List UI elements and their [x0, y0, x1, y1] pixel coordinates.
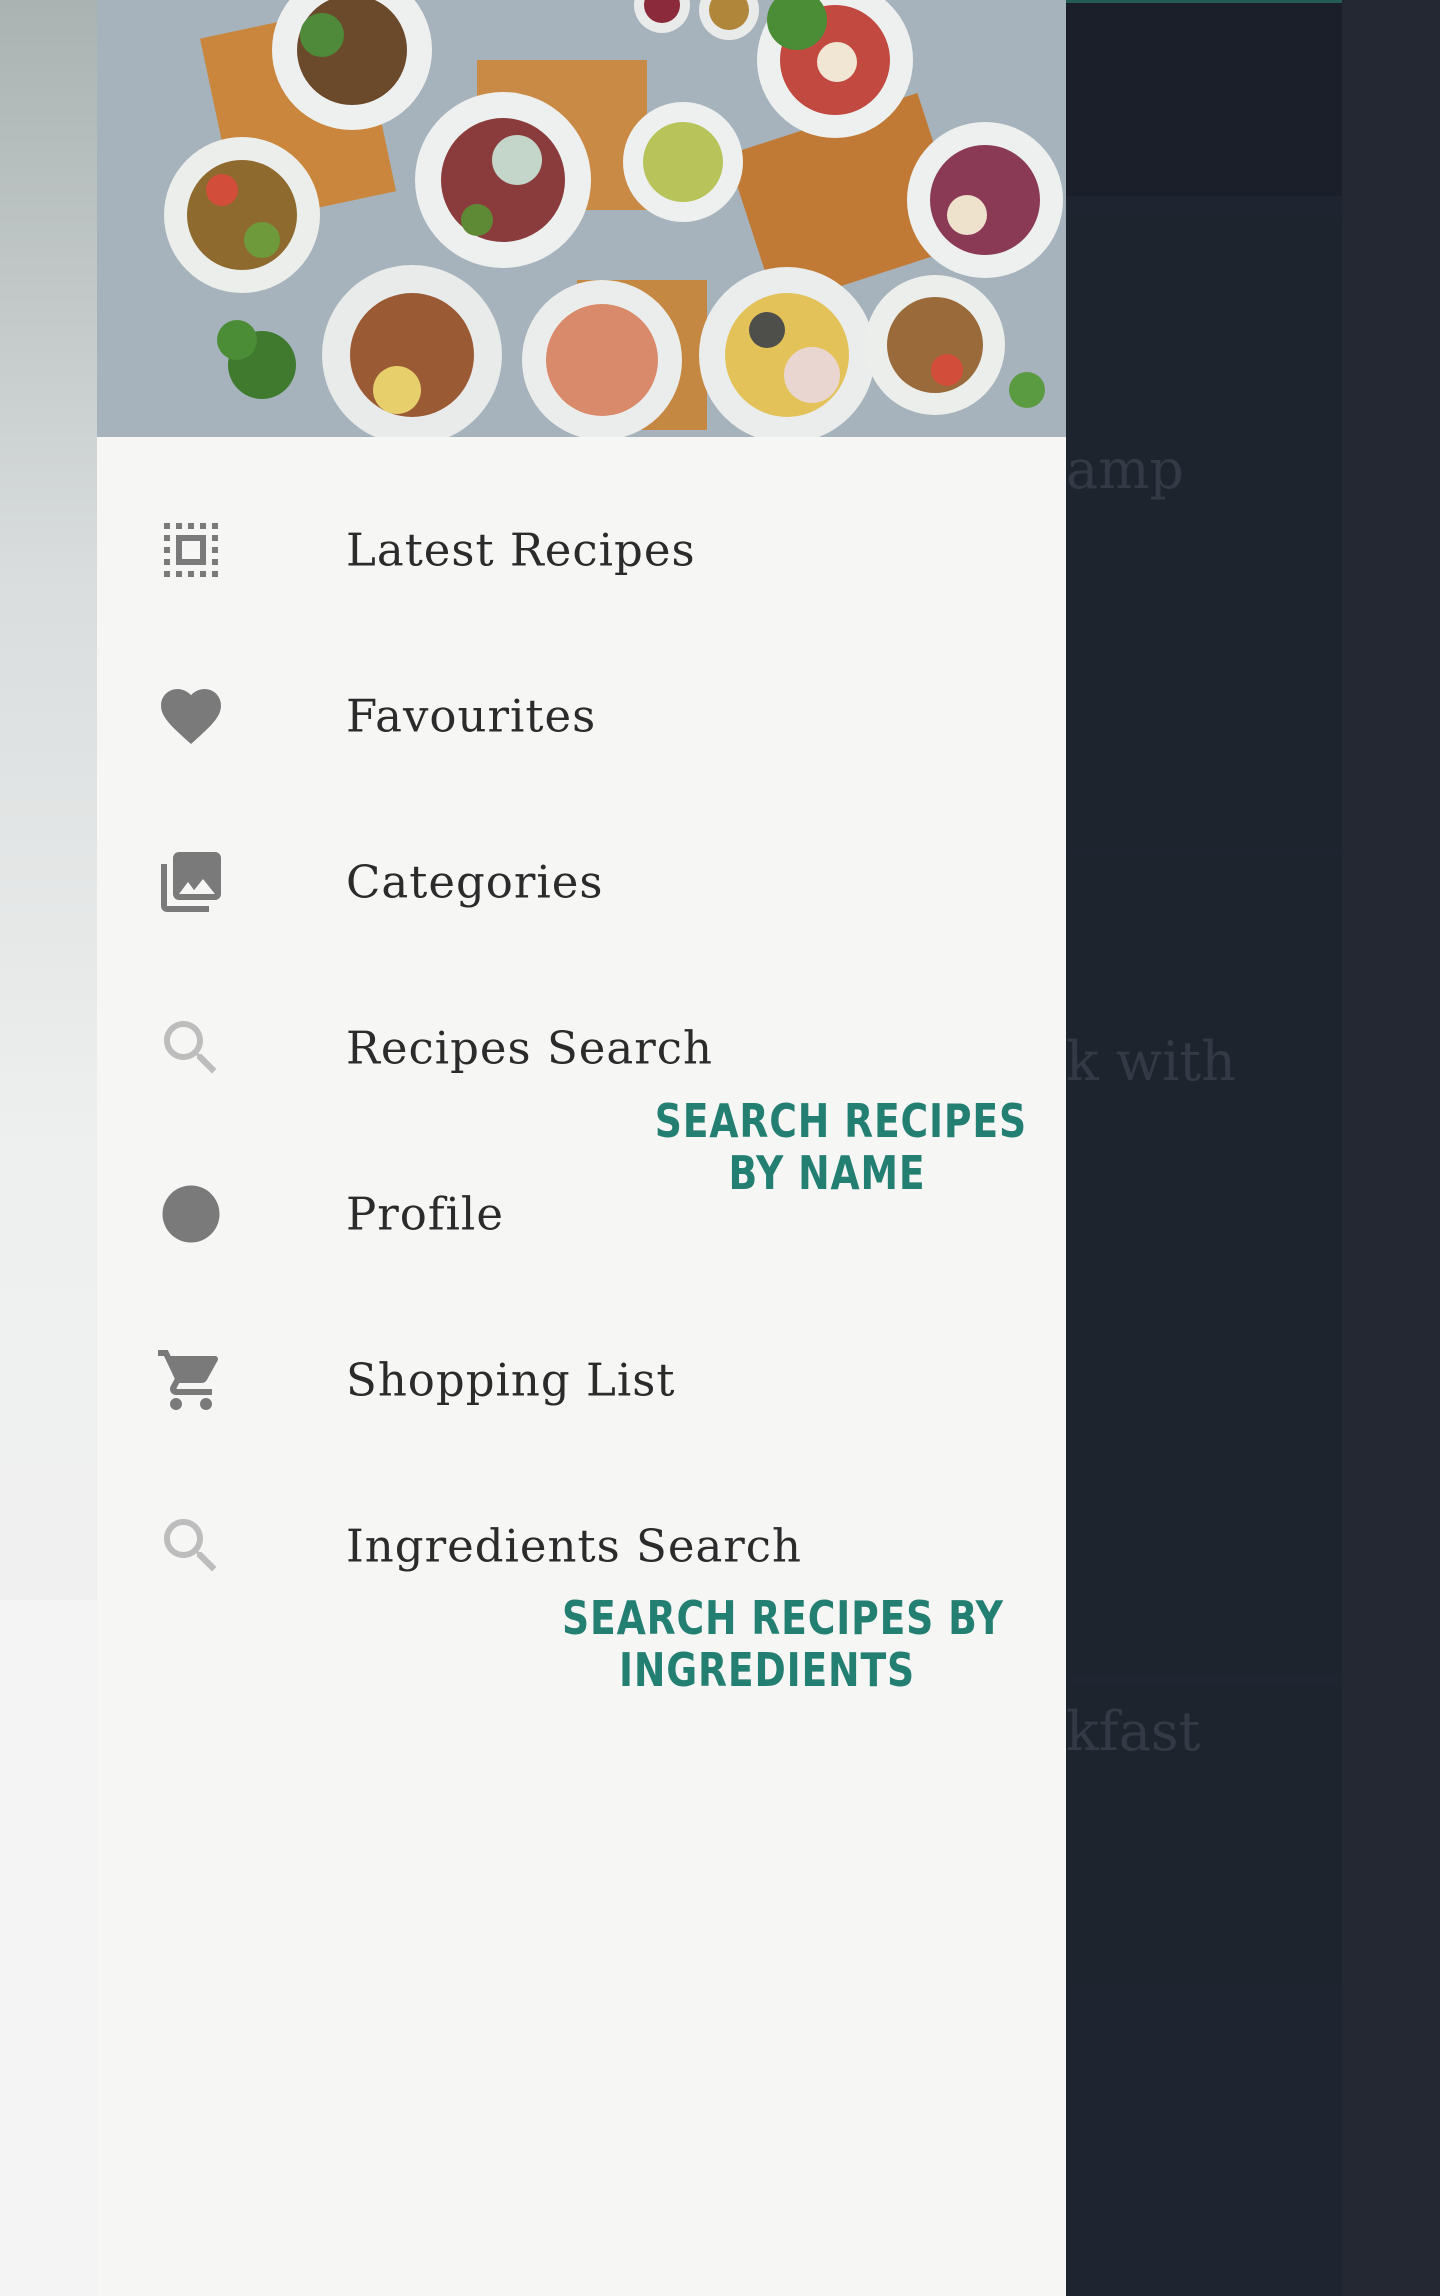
annotation-line: SEARCH RECIPES: [654, 1094, 1027, 1148]
background-recipe-title: k with: [1066, 1030, 1236, 1093]
annotation-line: BY NAME: [728, 1146, 926, 1200]
background-toolbar: [1066, 0, 1342, 196]
nav-item-categories[interactable]: Categories: [97, 799, 1066, 965]
nav-item-latest-recipes[interactable]: Latest Recipes: [97, 467, 1066, 633]
recipes-search-annotation: SEARCH RECIPES BY NAME: [654, 1094, 1027, 1200]
food-platter-photo: [97, 0, 1066, 437]
navigation-drawer: Latest Recipes Favourites Categories Rec…: [97, 0, 1066, 2296]
background-scrim-edge: [1342, 0, 1440, 2296]
heart-icon: [155, 680, 227, 752]
nav-label: Favourites: [346, 689, 597, 743]
nav-label: Categories: [346, 855, 604, 909]
filter-frames-icon: [155, 514, 227, 586]
annotation-line: SEARCH RECIPES BY: [562, 1591, 1004, 1645]
nav-item-favourites[interactable]: Favourites: [97, 633, 1066, 799]
nav-label: Ingredients Search: [346, 1519, 802, 1573]
background-recipe-title: amp: [1066, 438, 1184, 501]
nav-label: Shopping List: [346, 1353, 676, 1407]
nav-label: Recipes Search: [346, 1021, 713, 1075]
ingredients-search-annotation: SEARCH RECIPES BY INGREDIENTS: [562, 1591, 1004, 1697]
annotation-line: INGREDIENTS: [619, 1643, 915, 1697]
search-icon: [155, 1012, 227, 1084]
nav-item-shopping-list[interactable]: Shopping List: [97, 1297, 1066, 1463]
cart-icon: [155, 1344, 227, 1416]
search-icon: [155, 1510, 227, 1582]
background-recipe-card: [1066, 855, 1342, 1675]
background-recipe-card: [1066, 218, 1342, 848]
phone-frame-edge: [0, 1600, 97, 2296]
photo-library-icon: [155, 846, 227, 918]
nav-label: Latest Recipes: [346, 523, 696, 577]
profile-circle-icon: [155, 1178, 227, 1250]
background-recipe-title: kfast: [1066, 1700, 1201, 1763]
nav-label: Profile: [346, 1187, 504, 1241]
